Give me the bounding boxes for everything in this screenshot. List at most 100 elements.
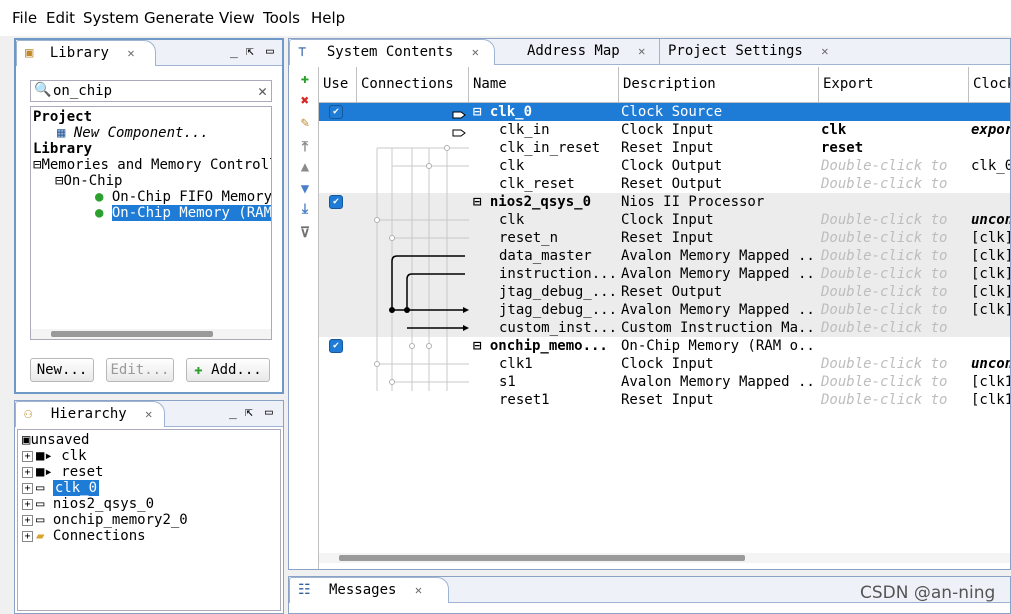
export-cell[interactable]: clk bbox=[821, 121, 967, 139]
edit-component-icon[interactable]: ✎ bbox=[297, 115, 313, 131]
hier-item-nios2[interactable]: + ▭ nios2_qsys_0 bbox=[22, 496, 154, 512]
use-checkbox[interactable]: ✔ bbox=[329, 195, 343, 209]
minimize-icon[interactable]: _ bbox=[229, 405, 237, 420]
clock-cell[interactable] bbox=[971, 337, 1010, 355]
collapse-icon[interactable]: ⊟ bbox=[473, 194, 490, 210]
move-up-icon[interactable]: ▲ bbox=[297, 159, 313, 175]
tab-hierarchy[interactable]: ⚇ Hierarchy ✕ bbox=[15, 401, 165, 427]
clock-cell[interactable] bbox=[971, 193, 1010, 211]
export-cell[interactable]: Double-click to bbox=[821, 247, 967, 265]
table-hscroll[interactable] bbox=[319, 553, 1010, 563]
clock-cell[interactable]: [clk1] bbox=[971, 391, 1010, 409]
export-cell[interactable]: Double-click to bbox=[821, 355, 967, 373]
clock-cell[interactable] bbox=[971, 139, 1010, 157]
menu-help[interactable]: Help bbox=[311, 9, 345, 27]
clock-cell[interactable] bbox=[971, 319, 1010, 337]
hier-item-reset[interactable]: + ■▸ reset bbox=[22, 464, 103, 480]
library-hscroll[interactable] bbox=[31, 329, 271, 339]
menu-edit[interactable]: Edit bbox=[46, 9, 75, 27]
detach-icon[interactable]: ⇱ bbox=[245, 405, 253, 420]
clock-cell[interactable]: expor bbox=[971, 121, 1010, 139]
col-name[interactable]: Name bbox=[469, 67, 619, 103]
close-icon[interactable]: ✕ bbox=[415, 583, 422, 597]
export-cell[interactable]: Double-click to bbox=[821, 391, 967, 409]
tree-item-fifo[interactable]: ● On-Chip FIFO Memory bbox=[95, 189, 271, 205]
remove-component-icon[interactable]: ✖ bbox=[297, 93, 313, 109]
add-component-icon[interactable]: ✚ bbox=[297, 71, 313, 87]
col-connections[interactable]: Connections bbox=[357, 67, 469, 103]
expand-icon[interactable]: + bbox=[22, 450, 33, 462]
close-icon[interactable]: ✕ bbox=[472, 45, 479, 59]
tree-item-onchip-memory[interactable]: ● On-Chip Memory (RAM o bbox=[95, 205, 271, 221]
maximize-icon[interactable]: ▭ bbox=[266, 44, 274, 59]
clock-cell[interactable]: [clk] bbox=[971, 283, 1010, 301]
clear-search-icon[interactable]: ✕ bbox=[258, 82, 267, 100]
clock-cell[interactable]: [clk] bbox=[971, 301, 1010, 319]
col-description[interactable]: Description bbox=[619, 67, 819, 103]
close-icon[interactable]: ✕ bbox=[127, 46, 134, 60]
export-cell[interactable]: Double-click to bbox=[821, 319, 967, 337]
tab-address-map[interactable]: Address Map ✕ bbox=[519, 39, 649, 65]
clock-cell[interactable] bbox=[971, 175, 1010, 193]
scroll-thumb[interactable] bbox=[51, 331, 213, 337]
library-search-input[interactable]: 🔍 on_chip ✕ bbox=[30, 80, 272, 102]
hier-item-connections[interactable]: + ▰ Connections bbox=[22, 528, 146, 544]
clock-cell[interactable]: [clk1] bbox=[971, 373, 1010, 391]
clock-cell[interactable]: [clk] bbox=[971, 229, 1010, 247]
export-cell[interactable]: Double-click to bbox=[821, 211, 967, 229]
tab-system-contents[interactable]: ⊤ System Contents ✕ bbox=[289, 39, 495, 65]
move-bottom-icon[interactable]: ⤓ bbox=[297, 201, 313, 217]
export-cell[interactable]: Double-click to bbox=[821, 175, 967, 193]
menu-tools[interactable]: Tools bbox=[263, 9, 300, 27]
expand-icon[interactable]: + bbox=[22, 482, 33, 494]
col-use[interactable]: Use bbox=[319, 67, 357, 103]
expand-icon[interactable]: + bbox=[22, 530, 33, 542]
filter-icon[interactable]: ⊽ bbox=[297, 225, 313, 241]
edit-button[interactable]: Edit... bbox=[106, 358, 174, 382]
export-cell[interactable] bbox=[821, 103, 967, 121]
minimize-icon[interactable]: _ bbox=[230, 44, 238, 59]
export-cell[interactable]: Double-click to bbox=[821, 373, 967, 391]
expand-icon[interactable]: + bbox=[22, 514, 33, 526]
export-cell[interactable]: reset bbox=[821, 139, 967, 157]
use-checkbox[interactable]: ✔ bbox=[329, 339, 343, 353]
export-cell[interactable]: Double-click to bbox=[821, 265, 967, 283]
hier-item-clk[interactable]: + ■▸ clk bbox=[22, 448, 87, 464]
hier-item-onchip[interactable]: + ▭ onchip_memory2_0 bbox=[22, 512, 188, 528]
export-cell[interactable]: Double-click to bbox=[821, 301, 967, 319]
clock-cell[interactable]: clk_0 bbox=[971, 157, 1010, 175]
col-clock[interactable]: Clock bbox=[969, 67, 1010, 103]
move-top-icon[interactable]: ⤒ bbox=[297, 139, 313, 155]
export-cell[interactable]: Double-click to bbox=[821, 157, 967, 175]
export-cell[interactable]: Double-click to bbox=[821, 283, 967, 301]
export-cell[interactable]: Double-click to bbox=[821, 229, 967, 247]
maximize-icon[interactable]: ▭ bbox=[265, 405, 273, 420]
collapse-icon[interactable]: ⊟ bbox=[473, 338, 490, 354]
new-button[interactable]: New... bbox=[30, 358, 94, 382]
tab-library[interactable]: ▣ Library ✕ bbox=[16, 40, 156, 66]
detach-icon[interactable]: ⇱ bbox=[246, 44, 254, 59]
tab-messages[interactable]: ☷ Messages ✕ bbox=[289, 577, 449, 603]
clock-cell[interactable]: uncon bbox=[971, 211, 1010, 229]
tree-category[interactable]: ⊟Memories and Memory Controll bbox=[33, 157, 271, 173]
clock-cell[interactable]: [clk] bbox=[971, 265, 1010, 283]
menu-generate[interactable]: Generate bbox=[144, 9, 214, 27]
expand-icon[interactable]: + bbox=[22, 498, 33, 510]
close-icon[interactable]: ✕ bbox=[145, 407, 152, 421]
expand-icon[interactable]: + bbox=[22, 466, 33, 478]
export-cell[interactable] bbox=[821, 193, 967, 211]
clock-cell[interactable]: [clk] bbox=[971, 247, 1010, 265]
collapse-icon[interactable]: ⊟ bbox=[473, 104, 490, 120]
move-down-icon[interactable]: ▼ bbox=[297, 181, 313, 197]
clock-cell[interactable]: uncon bbox=[971, 355, 1010, 373]
export-cell[interactable] bbox=[821, 337, 967, 355]
close-icon[interactable]: ✕ bbox=[638, 44, 645, 58]
tree-new-component[interactable]: ▦ New Component... bbox=[57, 125, 209, 141]
menu-view[interactable]: View bbox=[219, 9, 255, 27]
scroll-thumb[interactable] bbox=[339, 555, 745, 561]
add-button[interactable]: ✚ Add... bbox=[186, 358, 270, 382]
tree-subcategory[interactable]: ⊟On-Chip bbox=[55, 173, 122, 189]
clock-cell[interactable] bbox=[971, 103, 1010, 121]
menu-file[interactable]: File bbox=[12, 9, 37, 27]
use-checkbox[interactable]: ✔ bbox=[329, 105, 343, 119]
